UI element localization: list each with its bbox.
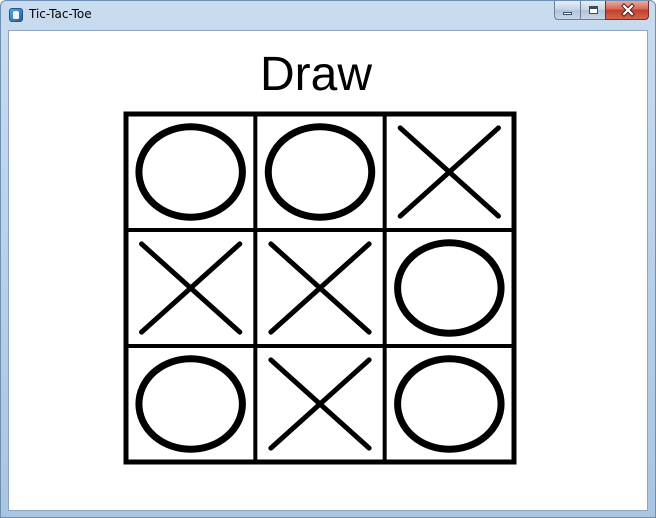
minimize-icon <box>563 12 572 15</box>
board-cell[interactable] <box>255 346 384 462</box>
close-button[interactable] <box>605 1 649 20</box>
maximize-button[interactable] <box>580 1 605 20</box>
board-cell[interactable] <box>255 114 384 230</box>
caption-buttons <box>554 1 649 21</box>
board-cell[interactable] <box>255 230 384 346</box>
app-window: Tic-Tac-Toe Draw <box>0 0 656 518</box>
game-area: Draw <box>8 30 648 511</box>
title-bar[interactable]: Tic-Tac-Toe <box>1 1 655 29</box>
board-cell[interactable] <box>126 230 255 346</box>
game-status: Draw <box>259 48 372 101</box>
minimize-button[interactable] <box>554 1 580 20</box>
window-title: Tic-Tac-Toe <box>29 7 92 21</box>
board-cell[interactable] <box>385 346 514 462</box>
board-cell[interactable] <box>126 346 255 462</box>
board-cell[interactable] <box>126 114 255 230</box>
board-cell[interactable] <box>385 230 514 346</box>
game-board <box>123 111 517 465</box>
board-cell[interactable] <box>385 114 514 230</box>
app-icon[interactable] <box>9 8 23 22</box>
maximize-icon <box>589 6 598 14</box>
close-icon <box>621 3 635 17</box>
